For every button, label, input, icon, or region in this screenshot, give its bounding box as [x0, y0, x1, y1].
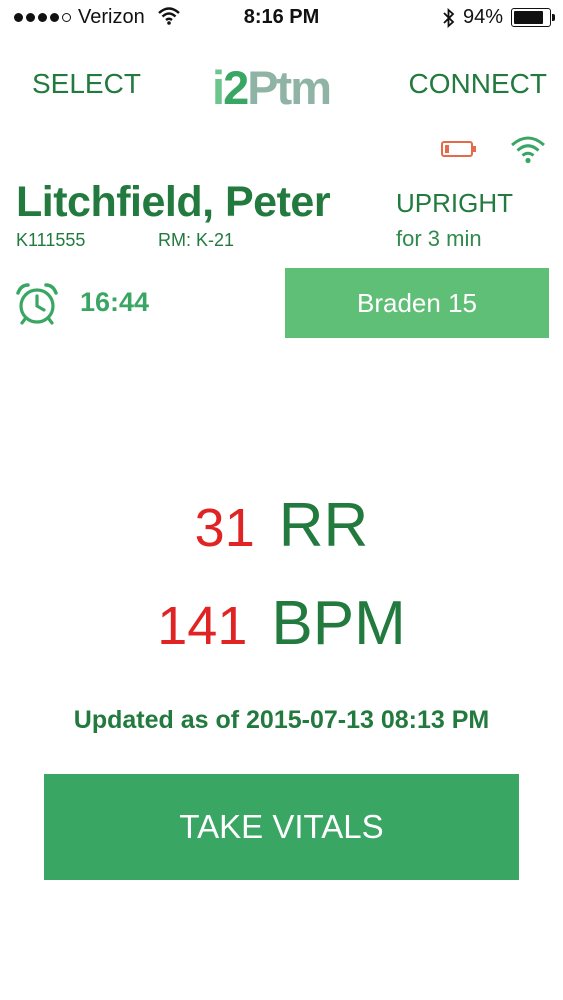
take-vitals-button[interactable]: TAKE VITALS [44, 774, 519, 880]
position-duration: for 3 min [396, 226, 482, 251]
device-battery-low-icon [441, 141, 476, 157]
nav-bar: SELECT i2Ptm CONNECT [0, 60, 563, 114]
updated-timestamp: Updated as of 2015-07-13 08:13 PM [73, 706, 490, 734]
braden-score-button[interactable]: Braden 15 [285, 268, 549, 338]
battery-fill [514, 11, 543, 24]
battery-percent: 94% [462, 6, 503, 28]
bpm-vital: 141 BPM [0, 588, 563, 659]
patient-id: K111555 [16, 230, 86, 250]
status-right: 94% [443, 6, 555, 29]
status-bar: Verizon 8:16 PM 94% [0, 0, 563, 38]
rr-value: 31 [194, 498, 255, 558]
bluetooth-icon [443, 7, 455, 28]
i2ptm-logo: i2Ptm [212, 61, 332, 114]
bpm-value: 141 [157, 596, 248, 656]
rr-vital: 31 RR [0, 490, 563, 561]
select-button[interactable]: SELECT [32, 68, 141, 100]
device-wifi-icon [511, 136, 545, 164]
patient-name: Litchfield, Peter [16, 178, 331, 226]
bpm-unit: BPM [271, 589, 406, 658]
patient-position: UPRIGHT [396, 188, 513, 218]
rr-unit: RR [278, 491, 369, 560]
patient-room: RM: K-21 [158, 230, 235, 250]
alarm-clock-icon [16, 283, 58, 325]
battery-icon [511, 8, 555, 27]
connect-button[interactable]: CONNECT [409, 68, 547, 100]
timer-value: 16:44 [80, 287, 150, 317]
